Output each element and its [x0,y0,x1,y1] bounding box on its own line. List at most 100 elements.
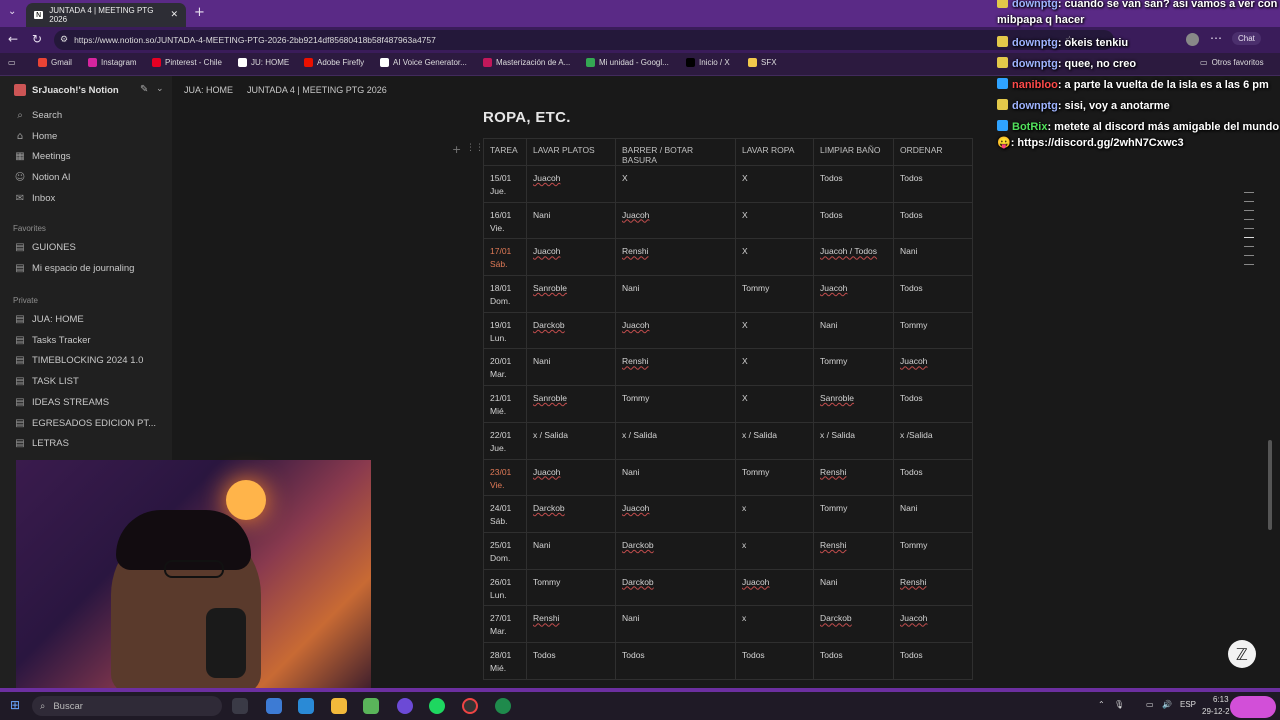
assignment-cell[interactable]: Juacoh [893,605,973,643]
tray-chevron-icon[interactable]: ⌃ [1098,700,1105,709]
assignment-cell[interactable]: Juacoh [526,165,616,203]
collections-icon[interactable]: ▭ [8,58,16,67]
assignment-cell[interactable]: Tommy [893,531,973,570]
assignment-cell[interactable]: Darckob [615,531,736,570]
close-tab-icon[interactable]: ✕ [170,10,178,20]
assignment-cell[interactable]: Nani [615,458,736,497]
bookmark-item[interactable]: Masterización de A... [483,58,570,67]
assignment-cell[interactable]: Todos [893,641,973,680]
sidebar-private-item[interactable]: ▤ TIMEBLOCKING 2024 1.0 [14,355,143,366]
assignment-cell[interactable]: Todos [893,201,973,240]
date-cell[interactable]: 20/01 Mar. [483,348,527,387]
file-explorer-icon[interactable] [331,698,347,714]
sidebar-nav-meetings[interactable]: ▦ Meetings [14,151,70,162]
date-cell[interactable]: 21/01 Mié. [483,385,527,423]
assignment-cell[interactable]: Juacoh [615,311,736,350]
sidebar-favorite-item[interactable]: ▤ GUIONES [14,242,76,253]
back-icon[interactable]: ← [8,32,18,46]
date-cell[interactable]: 17/01 Sáb. [483,238,527,277]
clock-time[interactable]: 6:13 [1213,695,1229,704]
assignment-cell[interactable]: x [735,495,814,533]
bookmark-item[interactable]: JU: HOME [238,58,289,67]
assignment-cell[interactable]: Renshi [813,531,894,570]
new-page-icon[interactable]: ✎ [140,84,148,95]
sidebar-nav-inbox[interactable]: ✉ Inbox [14,193,55,204]
assignment-cell[interactable]: Todos [893,275,973,313]
column-header[interactable]: BARRER / BOTAR BASURA [615,138,736,166]
assignment-cell[interactable]: Renshi [615,348,736,387]
assignment-cell[interactable]: X [735,385,814,423]
assignment-cell[interactable]: X [615,165,736,203]
assignment-cell[interactable]: Darckob [615,568,736,607]
assignment-cell[interactable]: Nani [893,495,973,533]
assignment-cell[interactable]: Nani [893,238,973,277]
assignment-cell[interactable]: Darckob [526,311,616,350]
mic-icon[interactable]: 🎙 [1114,700,1124,709]
assignment-cell[interactable]: X [735,348,814,387]
windows-start-icon[interactable]: ⊞ [10,698,20,712]
assignment-cell[interactable]: Nani [813,311,894,350]
assignment-cell[interactable]: x [735,605,814,643]
assignment-cell[interactable]: Tommy [813,348,894,387]
sidebar-private-item[interactable]: ▤ IDEAS STREAMS [14,397,109,408]
clock-date[interactable]: 29-12-2 [1202,707,1230,716]
assignment-cell[interactable]: Juacoh [615,201,736,240]
assignment-cell[interactable]: Tommy [735,275,814,313]
assignment-cell[interactable]: Nani [526,348,616,387]
assignment-cell[interactable]: X [735,165,814,203]
assignment-cell[interactable]: Renshi [526,605,616,643]
assignment-cell[interactable]: Nani [615,275,736,313]
url-field[interactable]: ⚙ https://www.notion.so/JUNTADA-4-MEETIN… [54,30,1114,50]
assignment-cell[interactable]: Todos [615,641,736,680]
assignment-cell[interactable]: Juacoh [526,238,616,277]
drag-handle-icon[interactable]: ⋮⋮ [466,143,484,153]
assignment-cell[interactable]: Renshi [813,458,894,497]
assignment-cell[interactable]: Sanroble [526,385,616,423]
bookmark-item[interactable]: AI Voice Generator... [380,58,467,67]
assignment-cell[interactable]: Tommy [813,495,894,533]
workspace-switcher[interactable]: SrJuacoh!'s Notion [14,84,119,96]
column-header[interactable]: LAVAR ROPA [735,138,814,166]
assignment-cell[interactable]: Juacoh [893,348,973,387]
date-cell[interactable]: 16/01 Vie. [483,201,527,240]
sidebar-nav-notion-ai[interactable]: ☺ Notion AI [14,172,71,183]
new-tab-icon[interactable]: + [194,5,205,20]
assignment-cell[interactable]: Tommy [735,458,814,497]
assignment-cell[interactable]: Darckob [526,495,616,533]
bookmark-item[interactable]: Adobe Firefly [304,58,364,67]
assignment-cell[interactable]: Tommy [526,568,616,607]
assignment-cell[interactable]: Todos [813,201,894,240]
assignment-cell[interactable]: Juacoh / Todos [813,238,894,277]
taskbar-search[interactable]: ⌕ Buscar [32,696,222,716]
bookmark-item[interactable]: Instagram [88,58,137,67]
site-info-icon[interactable]: ⚙ [60,35,68,45]
sidebar-private-item[interactable]: ▤ TASK LIST [14,376,79,387]
bookmark-item[interactable]: Inicio / X [686,58,730,67]
column-header[interactable]: TAREA [483,138,527,166]
network-icon[interactable]: ▭ [1146,700,1154,709]
date-cell[interactable]: 15/01 Jue. [483,165,527,203]
assignment-cell[interactable]: Nani [615,605,736,643]
assignment-cell[interactable]: x [735,531,814,570]
date-cell[interactable]: 27/01 Mar. [483,605,527,643]
assignment-cell[interactable]: Nani [813,568,894,607]
assignment-cell[interactable]: x / Salida [735,421,814,460]
assignment-cell[interactable]: Renshi [615,238,736,277]
column-header[interactable]: LIMPIAR BAÑO [813,138,894,166]
notion-ai-help-button[interactable]: ℤ [1228,640,1256,668]
bookmark-item[interactable]: Gmail [38,58,72,67]
assignment-cell[interactable]: Sanroble [526,275,616,313]
column-header[interactable]: ORDENAR [893,138,973,166]
assignment-cell[interactable]: Darckob [813,605,894,643]
tab-actions-icon[interactable]: ⌄ [8,6,16,17]
obs-app-icon[interactable] [462,698,478,714]
assignment-cell[interactable]: Nani [526,201,616,240]
assignment-cell[interactable]: Tommy [893,311,973,350]
date-cell[interactable]: 26/01 Lun. [483,568,527,607]
assignment-cell[interactable]: x / Salida [813,421,894,460]
assignment-cell[interactable]: Todos [893,165,973,203]
copilot-app-icon[interactable] [266,698,282,714]
assignment-cell[interactable]: Juacoh [735,568,814,607]
assignment-cell[interactable]: x / Salida [526,421,616,460]
table-of-contents-markers[interactable] [1244,192,1254,273]
